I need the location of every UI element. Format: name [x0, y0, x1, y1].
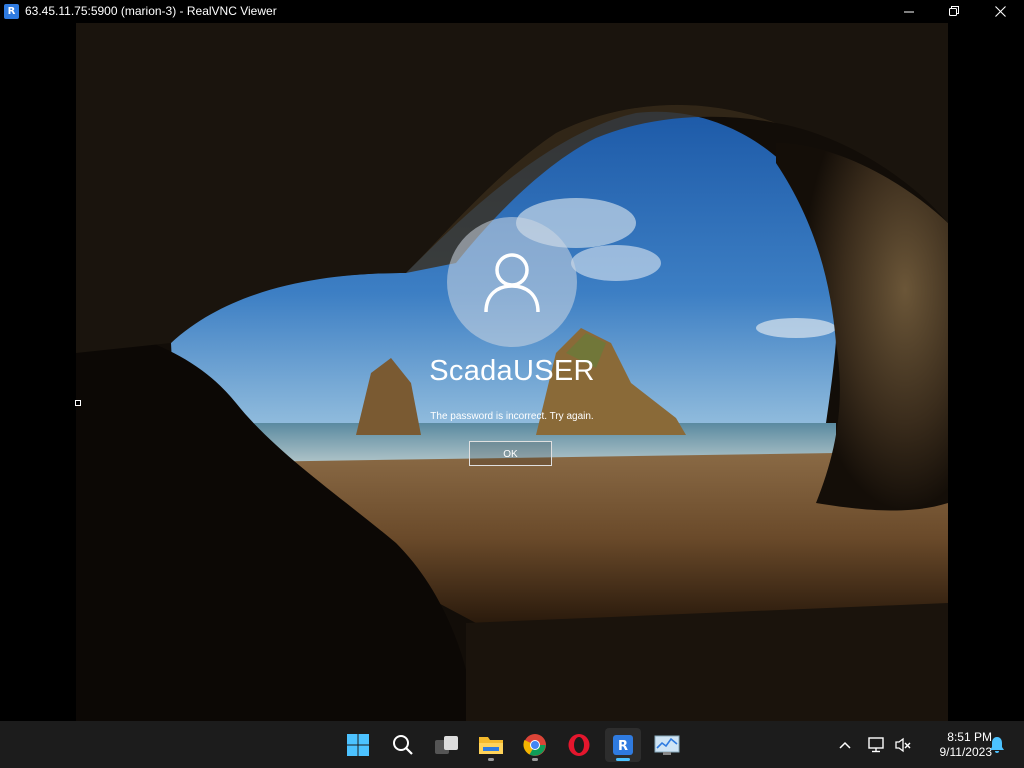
- user-avatar: [447, 217, 577, 347]
- notification-bell-icon: [990, 736, 1004, 753]
- realvnc-viewer-icon: R: [613, 735, 633, 755]
- search-icon: [393, 735, 413, 755]
- restore-button[interactable]: [931, 0, 977, 23]
- close-icon: [994, 6, 1006, 17]
- start-button[interactable]: [340, 728, 376, 762]
- taskbar: R 8:51 PM 9/11/2023: [0, 721, 1024, 768]
- opera-button[interactable]: [561, 728, 597, 762]
- close-button[interactable]: [977, 0, 1023, 23]
- ok-button[interactable]: OK: [469, 441, 552, 466]
- performance-monitor-button[interactable]: [649, 728, 685, 762]
- notifications-button[interactable]: [986, 721, 1008, 768]
- realvnc-icon[interactable]: R: [4, 4, 19, 19]
- task-view-button[interactable]: [429, 728, 465, 762]
- volume-button[interactable]: [892, 721, 914, 768]
- restore-icon: [948, 6, 959, 16]
- remote-cursor: [75, 400, 81, 406]
- network-button[interactable]: [866, 721, 888, 768]
- running-indicator: [532, 758, 538, 761]
- search-button[interactable]: [385, 728, 421, 762]
- window-titlebar[interactable]: R 63.45.11.75:5900 (marion-3) - RealVNC …: [0, 0, 1024, 23]
- performance-monitor-icon: [654, 735, 680, 755]
- window-title: 63.45.11.75:5900 (marion-3) - RealVNC Vi…: [25, 4, 277, 18]
- chrome-button[interactable]: [517, 728, 553, 762]
- clock-date: 9/11/2023: [939, 745, 993, 759]
- username-label: ScadaUSER: [429, 355, 595, 387]
- svg-text:R: R: [618, 739, 628, 754]
- show-hidden-icons-button[interactable]: [836, 721, 854, 768]
- minimize-button[interactable]: [886, 0, 932, 23]
- network-icon: [868, 736, 884, 752]
- clock-time: 8:51 PM: [947, 730, 992, 744]
- error-message: The password is incorrect. Try again.: [430, 411, 594, 422]
- start-icon: [347, 734, 369, 756]
- active-indicator: [616, 758, 630, 761]
- chrome-icon: [523, 734, 546, 756]
- chevron-up-icon: [839, 741, 851, 749]
- minimize-icon: [903, 11, 914, 13]
- user-icon: [484, 253, 540, 313]
- opera-icon: [568, 734, 590, 756]
- file-explorer-button[interactable]: [473, 728, 509, 762]
- file-explorer-icon: [479, 737, 503, 754]
- task-view-icon: [435, 736, 458, 754]
- realvnc-viewer-button[interactable]: R: [605, 728, 641, 762]
- volume-muted-icon: [895, 737, 911, 752]
- running-indicator: [488, 758, 494, 761]
- clock[interactable]: 8:51 PM 9/11/2023: [918, 730, 993, 760]
- remote-desktop-view[interactable]: ScadaUSER The password is incorrect. Try…: [0, 23, 1024, 721]
